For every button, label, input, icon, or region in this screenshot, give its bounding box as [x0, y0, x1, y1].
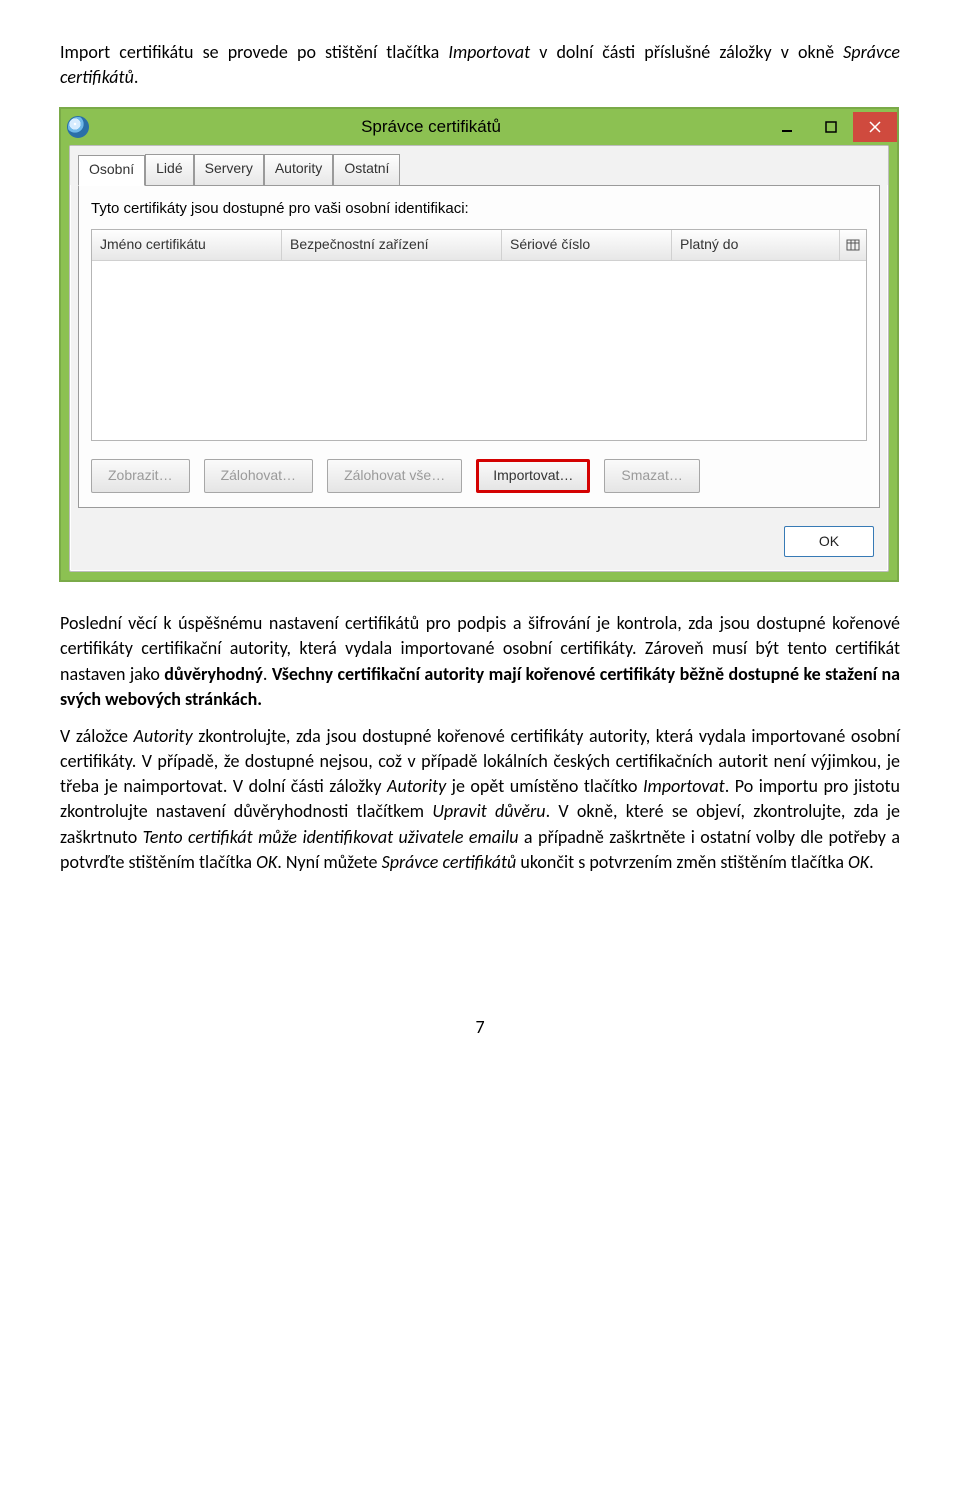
tab-lide[interactable]: Lidé — [145, 154, 193, 185]
import-button[interactable]: Importovat… — [476, 459, 590, 493]
text: . — [263, 663, 272, 685]
app-icon — [67, 116, 89, 138]
minimize-icon — [781, 121, 793, 133]
paragraph-2: Poslední věcí k úspěšnému nastavení cert… — [60, 611, 900, 712]
close-icon — [869, 121, 881, 133]
column-picker-icon — [846, 239, 860, 251]
list-header: Jméno certifikátu Bezpečnostní zařízení … — [92, 230, 866, 261]
tab-autority[interactable]: Autority — [264, 154, 333, 185]
delete-button[interactable]: Smazat… — [604, 459, 699, 493]
text-italic: Tento certifikát může identifikovat uživ… — [143, 826, 519, 848]
col-device[interactable]: Bezpečnostní zařízení — [282, 230, 502, 260]
titlebar: Správce certifikátů — [61, 109, 897, 145]
text-italic: OK — [848, 851, 869, 873]
ok-button[interactable]: OK — [784, 526, 874, 558]
text: ukončit s potvrzením změn stištěním tlač… — [516, 851, 848, 873]
text-italic: Správce certifikátů — [382, 851, 517, 873]
text: . — [869, 851, 874, 873]
intro-paragraph: Import certifikátu se provede po stištěn… — [60, 40, 900, 90]
column-picker-button[interactable] — [840, 230, 866, 260]
col-name[interactable]: Jméno certifikátu — [92, 230, 282, 260]
maximize-button[interactable] — [809, 112, 853, 142]
text: V záložce — [60, 725, 134, 747]
text: . Nyní můžete — [277, 851, 381, 873]
panel-description: Tyto certifikáty jsou dostupné pro vaši … — [91, 198, 867, 219]
tab-osobni[interactable]: Osobní — [78, 155, 145, 186]
col-serial[interactable]: Sériové číslo — [502, 230, 672, 260]
text: v dolní části příslušné záložky v okně — [530, 41, 843, 63]
tab-panel: Tyto certifikáty jsou dostupné pro vaši … — [78, 185, 880, 508]
paragraph-3: V záložce Autority zkontrolujte, zda jso… — [60, 724, 900, 875]
text-italic: Importovat — [643, 775, 725, 797]
text: . — [134, 66, 139, 88]
minimize-button[interactable] — [765, 112, 809, 142]
window-controls — [765, 112, 897, 142]
text-italic: Upravit důvěru — [432, 800, 545, 822]
page-number: 7 — [60, 1015, 900, 1040]
text-italic: OK — [256, 851, 277, 873]
certificate-list[interactable]: Jméno certifikátu Bezpečnostní zařízení … — [91, 229, 867, 441]
text-bold: důvěryhodný — [164, 663, 263, 685]
window-title: Správce certifikátů — [97, 115, 765, 139]
dialog-footer: OK — [70, 516, 888, 572]
backup-all-button[interactable]: Zálohovat vše… — [327, 459, 462, 493]
tab-servery[interactable]: Servery — [194, 154, 264, 185]
tab-ostatni[interactable]: Ostatní — [333, 154, 400, 185]
col-valid[interactable]: Platný do — [672, 230, 840, 260]
close-button[interactable] — [853, 112, 897, 142]
text-italic: Autority — [134, 725, 193, 747]
backup-button[interactable]: Zálohovat… — [204, 459, 313, 493]
tab-strip: Osobní Lidé Servery Autority Ostatní — [70, 146, 888, 185]
text: je opět umístěno tlačítko — [446, 775, 643, 797]
text-italic: Importovat — [448, 41, 530, 63]
window-body: Osobní Lidé Servery Autority Ostatní Tyt… — [69, 145, 889, 572]
action-buttons: Zobrazit… Zálohovat… Zálohovat vše… Impo… — [91, 459, 867, 493]
text-italic: Autority — [387, 775, 446, 797]
text: Import certifikátu se provede po stištěn… — [60, 41, 448, 63]
cert-manager-window: Správce certifikátů Osobní Lidé Servery … — [60, 108, 898, 581]
view-button[interactable]: Zobrazit… — [91, 459, 190, 493]
maximize-icon — [825, 121, 837, 133]
